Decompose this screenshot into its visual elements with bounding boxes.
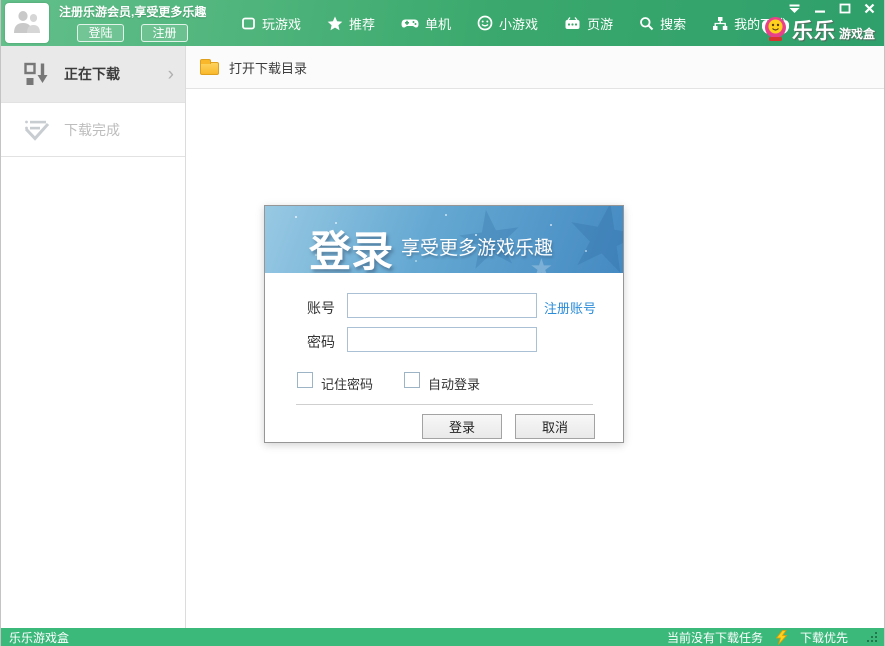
nav-label: 页游 [587,14,613,33]
open-download-dir-button[interactable]: 打开下载目录 [229,58,307,77]
skin-menu-button[interactable] [782,0,807,17]
login-form: 账号 注册账号 密码 记住密码 自动登录 登录 取消 [265,273,623,444]
nav-item-webgames[interactable]: 页游 [564,14,613,33]
nav-label: 推荐 [349,14,375,33]
remember-password-checkbox[interactable] [297,372,313,388]
nav-item-standalone[interactable]: 单机 [401,14,451,33]
status-bar: 乐乐游戏盒 当前没有下载任务 下载优先 [1,628,884,646]
nav-label: 小游戏 [499,14,538,33]
auto-login-label: 自动登录 [428,374,480,393]
header: 注册乐游会员,享受更多乐趣 登陆 注册 玩游戏 推荐 [1,0,884,46]
star-icon [327,16,343,31]
auto-login-checkbox[interactable] [404,372,420,388]
close-button[interactable] [857,0,882,17]
password-label: 密码 [307,332,335,352]
maximize-button[interactable] [832,0,857,17]
users-icon [11,9,43,37]
sidebar: 正在下载 › 下载完成 [1,46,186,628]
logo-text-sub: 游戏盒 [839,27,875,42]
sidebar-item-label: 正在下载 [64,64,120,84]
minimize-icon [814,4,826,14]
search-icon [639,16,654,31]
login-dialog-title: 登录 [309,218,393,273]
nav-label: 单机 [425,14,451,33]
window-controls [782,0,882,17]
register-account-link[interactable]: 注册账号 [544,298,596,317]
account-input[interactable] [347,293,537,318]
webgame-icon [564,16,581,31]
account-label: 账号 [307,298,335,318]
maximize-icon [839,3,851,14]
downloading-icon [23,61,50,88]
logo-text-main: 乐乐 [792,22,836,42]
sidebar-item-downloading[interactable]: 正在下载 › [1,46,185,103]
login-dialog-banner: ★ ★ ★ 登录 享受更多游戏乐趣 [265,206,623,273]
main-nav: 玩游戏 推荐 单机 [241,0,786,46]
mascot-icon [762,15,789,42]
minimize-button[interactable] [807,0,832,17]
login-button[interactable]: 登陆 [77,24,124,42]
sidebar-item-label: 下载完成 [64,120,120,140]
chevron-right-icon: › [168,65,174,84]
statusbar-app-name: 乐乐游戏盒 [9,629,667,646]
statusbar-message: 当前没有下载任务 [667,629,763,646]
remember-password-label: 记住密码 [321,374,373,393]
register-button[interactable]: 注册 [141,24,188,42]
dialog-login-button[interactable]: 登录 [422,414,502,439]
download-priority-button[interactable]: 下载优先 [800,629,848,646]
nav-label: 搜索 [660,14,686,33]
star-decoration: ★ [555,206,623,273]
app-logo: 乐乐 游戏盒 [762,15,875,42]
promo-text: 注册乐游会员,享受更多乐趣 [59,3,206,20]
gamepad-icon [401,16,419,31]
downloads-tree-icon [712,16,728,31]
login-dialog: ★ ★ ★ 登录 享受更多游戏乐趣 账号 注册账号 密码 记住密码 自动登录 登… [264,205,624,443]
dialog-cancel-button[interactable]: 取消 [515,414,595,439]
nav-item-search[interactable]: 搜索 [639,14,686,33]
password-input[interactable] [347,327,537,352]
nav-label: 玩游戏 [262,14,301,33]
resize-grip-icon [866,631,878,643]
login-dialog-subtitle: 享受更多游戏乐趣 [401,233,553,260]
resize-grip[interactable] [866,631,878,643]
lightning-icon [775,630,788,645]
folder-icon [200,62,219,75]
avatar[interactable] [5,3,49,43]
skin-menu-icon [788,4,801,14]
form-divider [296,404,593,405]
speckles-decoration [295,216,297,218]
play-game-icon [241,16,256,31]
nav-item-recommend[interactable]: 推荐 [327,14,375,33]
promo-area: 注册乐游会员,享受更多乐趣 登陆 注册 [59,3,206,42]
app-window: 注册乐游会员,享受更多乐趣 登陆 注册 玩游戏 推荐 [0,0,885,646]
download-complete-icon [23,116,50,143]
nav-item-play-games[interactable]: 玩游戏 [241,14,301,33]
close-icon [864,3,875,14]
nav-item-minigames[interactable]: 小游戏 [477,14,538,33]
smiley-icon [477,15,493,31]
sidebar-item-download-complete[interactable]: 下载完成 [1,103,185,157]
toolbar: 打开下载目录 [186,46,884,89]
